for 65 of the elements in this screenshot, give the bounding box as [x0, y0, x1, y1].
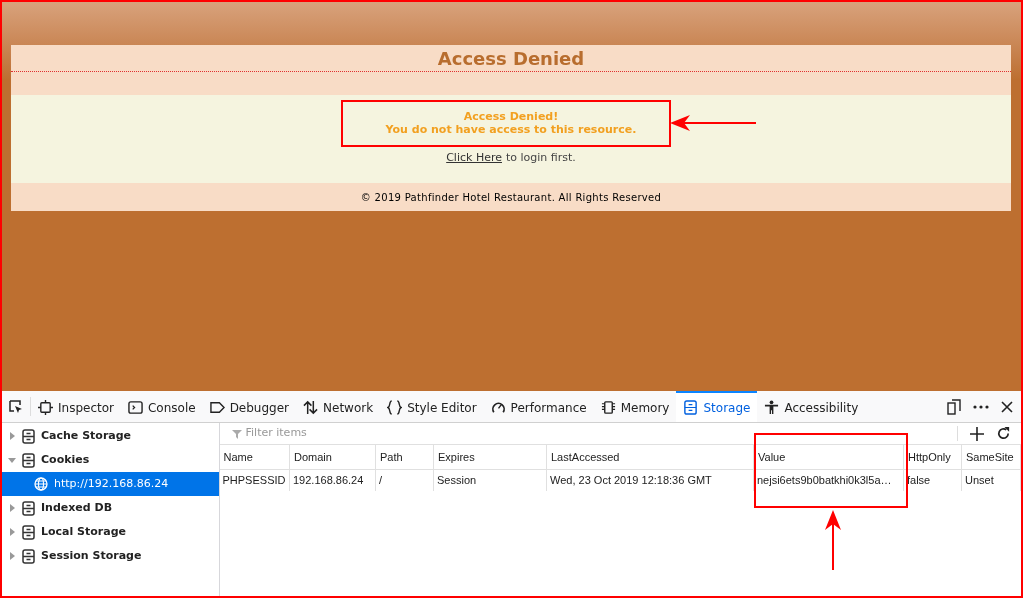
storage-icon	[22, 500, 35, 516]
column-header[interactable]: SameSite	[961, 445, 1021, 469]
box-icon	[38, 400, 53, 415]
braces-icon	[387, 400, 403, 415]
close-icon[interactable]	[1001, 400, 1013, 413]
refresh-icon[interactable]	[996, 426, 1011, 441]
responsive-mode-icon[interactable]	[947, 398, 961, 415]
login-link[interactable]: Click Here	[446, 150, 502, 167]
tree-item[interactable]: Indexed DB	[2, 496, 219, 520]
column-header[interactable]: Value	[753, 445, 904, 469]
error-message: Access Denied! You do not have access to this resource.	[385, 110, 637, 136]
devtools-tab[interactable]: Inspector	[31, 391, 121, 422]
table-cell: nejsi6ets9b0batkhi0k3l5a…	[753, 469, 904, 491]
storage-icon	[683, 400, 699, 415]
tree-item[interactable]: Session Storage	[2, 544, 219, 568]
collapsed-triangle-icon	[8, 504, 16, 512]
filter-field[interactable]: Filter items	[245, 425, 446, 442]
collapsed-triangle-icon	[8, 432, 16, 440]
up-down-arrows-icon	[303, 400, 319, 415]
table-cell: PHPSESSID	[219, 469, 290, 491]
devtools-tab[interactable]: Storage	[676, 391, 758, 422]
table-cell: /	[375, 469, 434, 491]
storage-icon	[22, 452, 35, 468]
globe-icon	[34, 477, 48, 491]
tree-item[interactable]: Cache Storage	[2, 424, 219, 448]
annotation-arrow	[824, 510, 842, 570]
column-header[interactable]: LastAccessed	[546, 445, 754, 469]
more-options-icon[interactable]	[973, 404, 989, 409]
console-icon	[128, 400, 143, 415]
add-icon[interactable]	[970, 426, 984, 441]
tree-item[interactable]: Local Storage	[2, 520, 219, 544]
person-icon	[764, 400, 780, 415]
footer-text: © 2019 Pathfinder Hotel Restaurant. All Rights Reserved	[360, 190, 662, 205]
table-cell: false	[903, 469, 962, 491]
table-cell: Unset	[961, 469, 1021, 491]
column-header[interactable]: Path	[375, 445, 434, 469]
tree-item[interactable]: Cookies	[2, 448, 219, 472]
filter-icon	[231, 428, 242, 439]
page-title: Access Denied	[437, 46, 585, 71]
tag-icon	[209, 400, 225, 415]
tree-item[interactable]: http://192.168.86.24	[2, 472, 219, 496]
column-header[interactable]: Expires	[433, 445, 547, 469]
element-picker-icon[interactable]	[8, 398, 24, 415]
column-header[interactable]: Domain	[289, 445, 376, 469]
column-header[interactable]: Name	[219, 445, 290, 469]
gauge-icon	[490, 400, 506, 415]
chip-icon	[600, 400, 616, 415]
table-cell: Wed, 23 Oct 2019 12:18:36 GMT	[546, 469, 754, 491]
table-cell: 192.168.86.24	[289, 469, 376, 491]
login-text: to login first.	[506, 150, 576, 166]
devtools-tab[interactable]: Accessibility	[757, 391, 866, 422]
collapsed-triangle-icon	[8, 552, 16, 560]
column-header[interactable]: HttpOnly	[903, 445, 962, 469]
devtools-tab[interactable]: Style Editor	[380, 391, 484, 422]
devtools-tab[interactable]: Memory	[593, 391, 677, 422]
storage-icon	[22, 548, 35, 564]
table-cell: Session	[433, 469, 547, 491]
collapsed-triangle-icon	[8, 528, 16, 536]
expanded-triangle-icon	[8, 456, 16, 464]
devtools-tab[interactable]: Debugger	[202, 391, 297, 422]
devtools-tab[interactable]: Performance	[483, 391, 594, 422]
storage-icon	[22, 428, 35, 444]
devtools-tab[interactable]: Console	[121, 391, 203, 422]
devtools-tab[interactable]: Network	[296, 391, 381, 422]
storage-icon	[22, 524, 35, 540]
